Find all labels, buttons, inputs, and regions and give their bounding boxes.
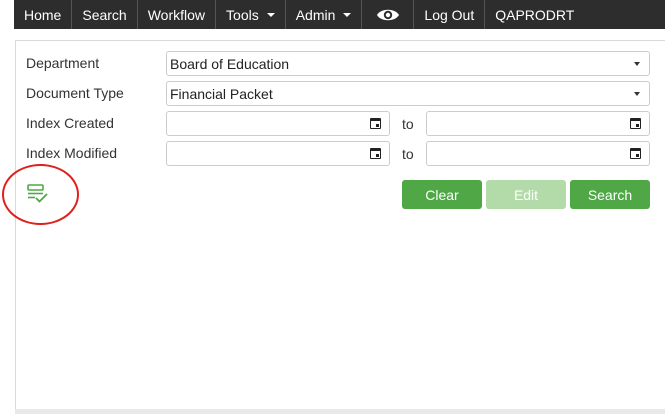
nav-workflow[interactable]: Workflow bbox=[138, 0, 217, 29]
to-label: to bbox=[402, 116, 414, 132]
nav-search[interactable]: Search bbox=[72, 0, 138, 29]
chevron-down-icon bbox=[343, 12, 352, 17]
document-type-label: Document Type bbox=[26, 85, 124, 101]
document-type-select[interactable]: Financial Packet bbox=[166, 81, 650, 106]
nav-admin-label: Admin bbox=[295, 6, 336, 23]
nav-home[interactable]: Home bbox=[14, 0, 73, 29]
department-value: Board of Education bbox=[170, 55, 290, 72]
index-modified-to-input[interactable] bbox=[426, 141, 650, 166]
search-button[interactable]: Search bbox=[570, 180, 650, 209]
nav-admin[interactable]: Admin bbox=[286, 0, 363, 29]
calendar-icon[interactable] bbox=[630, 118, 641, 129]
chevron-down-icon bbox=[634, 92, 640, 96]
calendar-icon[interactable] bbox=[370, 148, 381, 159]
nav-tools-label: Tools bbox=[226, 6, 259, 23]
panel-bottom-bar bbox=[15, 409, 665, 414]
index-created-to-input[interactable] bbox=[426, 111, 650, 136]
index-created-label: Index Created bbox=[26, 115, 114, 131]
index-modified-label: Index Modified bbox=[26, 145, 118, 161]
calendar-icon[interactable] bbox=[370, 118, 381, 129]
to-label: to bbox=[402, 146, 414, 162]
nav-tools[interactable]: Tools bbox=[216, 0, 286, 29]
index-created-from-input[interactable] bbox=[166, 111, 390, 136]
chevron-down-icon bbox=[266, 12, 275, 17]
nav-user[interactable]: QAPRODRT bbox=[485, 0, 584, 29]
calendar-icon[interactable] bbox=[630, 148, 641, 159]
edit-button[interactable]: Edit bbox=[486, 180, 566, 209]
department-select[interactable]: Board of Education bbox=[166, 51, 650, 76]
document-type-value: Financial Packet bbox=[170, 85, 273, 102]
eye-icon[interactable] bbox=[362, 0, 415, 29]
index-modified-from-input[interactable] bbox=[166, 141, 390, 166]
chevron-down-icon bbox=[634, 62, 640, 66]
department-label: Department bbox=[26, 55, 100, 71]
list-check-icon[interactable] bbox=[27, 184, 49, 204]
clear-button[interactable]: Clear bbox=[402, 180, 482, 209]
nav-logout[interactable]: Log Out bbox=[414, 0, 486, 29]
top-navbar: Home Search Workflow Tools Admin Log Out… bbox=[14, 0, 665, 29]
